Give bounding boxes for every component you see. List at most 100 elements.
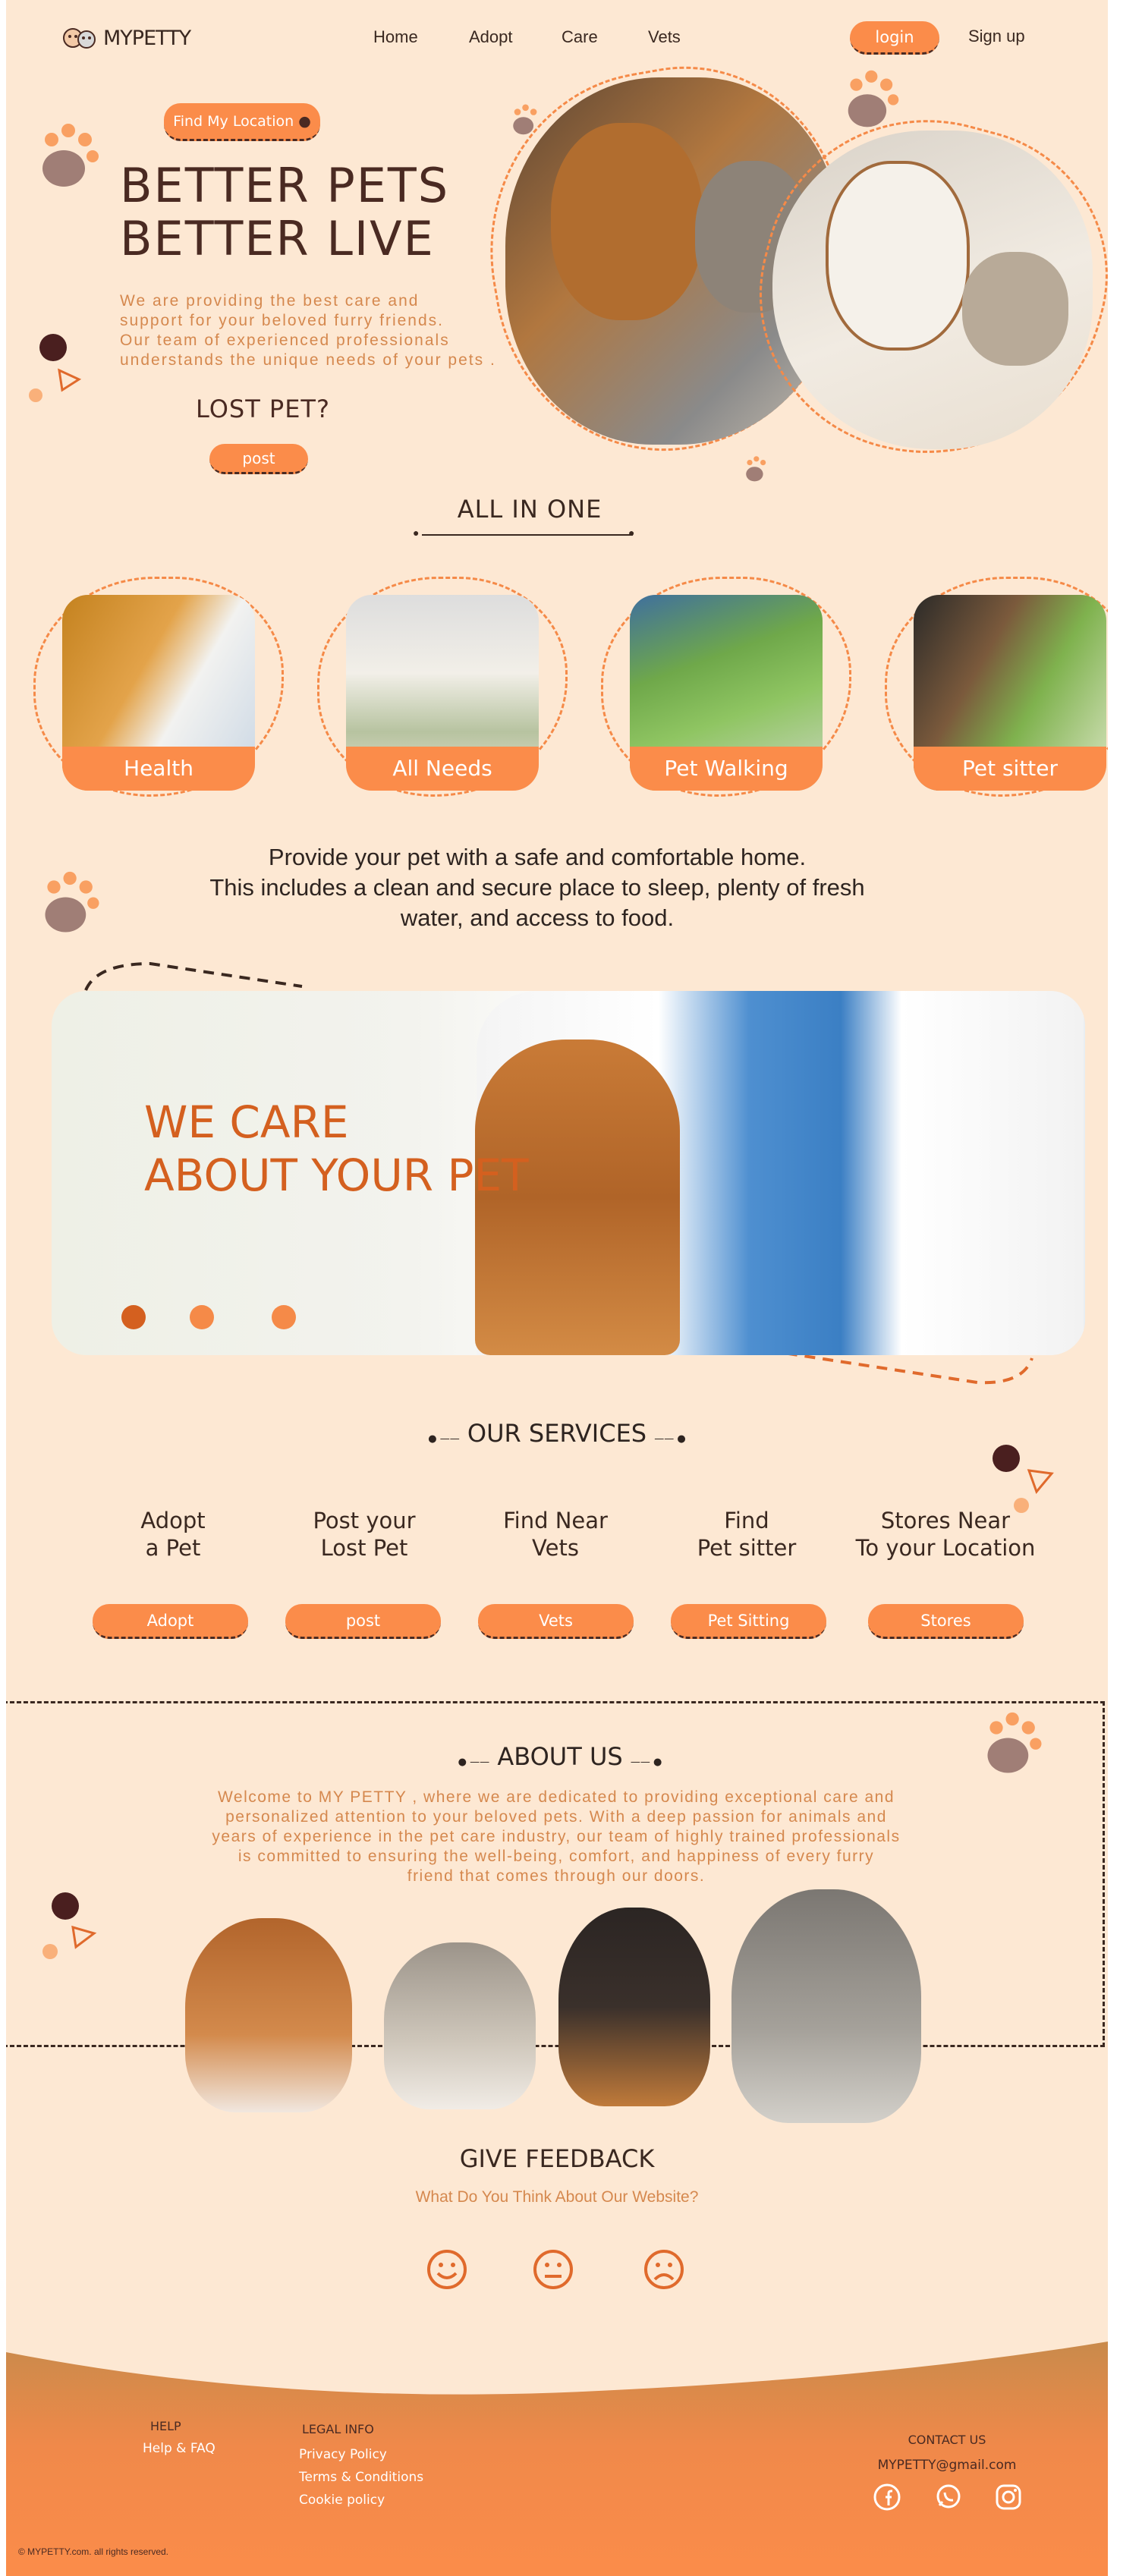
paw-icon: —— ●: [630, 1757, 662, 1768]
logo[interactable]: MYPETTY: [61, 23, 191, 53]
stores-button[interactable]: Stores: [868, 1604, 1024, 1639]
instagram-icon[interactable]: [994, 2483, 1023, 2512]
banner-title-line2: ABOUT YOUR PET: [144, 1150, 529, 1201]
banner-title-line1: WE CARE: [144, 1096, 349, 1148]
banner-title: WE CARE ABOUT YOUR PET: [144, 1096, 529, 1202]
paw-icon: ●: [628, 527, 635, 539]
about-line: friend that comes through our doors.: [407, 1867, 706, 1885]
brand-name: MYPETTY: [103, 26, 191, 50]
about-heading-text: ABOUT US: [497, 1742, 623, 1771]
contact-email[interactable]: MYPETTY@gmail.com: [871, 2458, 1023, 2473]
home-text-line: This includes a clean and secure place t…: [209, 874, 865, 901]
nav-care[interactable]: Care: [562, 27, 598, 47]
hero-desc-line: We are providing the best care and: [120, 292, 420, 310]
pets-peeking-image: [179, 1889, 930, 2125]
dot-decoration: [42, 1944, 58, 1959]
card-health[interactable]: Health: [62, 595, 255, 791]
footer-contact-heading: CONTACT US: [908, 2433, 986, 2447]
triangle-decoration: [71, 1925, 97, 1949]
feedback-subheading: What Do You Think About Our Website?: [415, 2188, 699, 2206]
dot-decoration: [993, 1445, 1020, 1472]
login-button[interactable]: login: [850, 21, 939, 55]
card-label: Pet sitter: [914, 747, 1106, 791]
card-label: Health: [62, 747, 255, 791]
post-button[interactable]: post: [209, 444, 308, 474]
hero-title: BETTER PETS BETTER LIVE: [120, 159, 449, 266]
pet-sitting-button[interactable]: Pet Sitting: [671, 1604, 826, 1639]
carousel-dot[interactable]: [190, 1305, 214, 1329]
dot-decoration: [39, 334, 67, 361]
post-lost-pet-button[interactable]: post: [285, 1604, 441, 1639]
card-label: All Needs: [346, 747, 539, 791]
about-line: Welcome to MY PETTY , where we are dedic…: [217, 1788, 895, 1806]
adopt-button[interactable]: Adopt: [93, 1604, 248, 1639]
about-heading: ● —— ABOUT US —— ●: [431, 1742, 689, 1771]
card-pet-sitter[interactable]: Pet sitter: [914, 595, 1106, 791]
carousel-dot[interactable]: [121, 1305, 146, 1329]
triangle-decoration: [1027, 1469, 1054, 1494]
cookie-policy-link[interactable]: Cookie policy: [299, 2493, 423, 2508]
hero-desc-line: understands the unique needs of your pet…: [120, 351, 496, 369]
signup-link[interactable]: Sign up: [968, 27, 1025, 46]
hero-image-puppy-kitten: [772, 131, 1093, 449]
paw-print-icon: [848, 70, 899, 127]
pet-cat-tabby: [384, 1942, 536, 2109]
home-text-line: water, and access to food.: [400, 904, 675, 931]
footer-help: HELP Help & FAQ: [143, 2419, 216, 2464]
paw-icon: ● ——: [458, 1757, 490, 1768]
footer-legal: LEGAL INFO Privacy Policy Terms & Condit…: [299, 2422, 423, 2515]
footer-legal-heading: LEGAL INFO: [302, 2422, 374, 2436]
pet-dog-brown: [185, 1918, 352, 2112]
copyright-text: © MYPETTY.com. all rights reserved.: [18, 2546, 169, 2557]
paw-icon: —— ●: [654, 1433, 686, 1445]
happy-face-icon[interactable]: [426, 2249, 467, 2290]
banner-dashed-arc: [84, 961, 303, 991]
nav-adopt[interactable]: Adopt: [469, 27, 513, 47]
footer-help-heading: HELP: [150, 2419, 181, 2433]
privacy-policy-link[interactable]: Privacy Policy: [299, 2447, 423, 2462]
paw-print-icon: [746, 456, 766, 482]
card-label: Pet Walking: [630, 747, 823, 791]
service-title: Adopt a Pet: [140, 1508, 206, 1561]
hero-title-line1: BETTER PETS: [120, 158, 450, 213]
facebook-icon[interactable]: [873, 2483, 901, 2512]
footer-contact: CONTACT US MYPETTY@gmail.com: [871, 2433, 1023, 2473]
service-title: Find Pet sitter: [697, 1508, 797, 1561]
lost-pet-title: LOST PET?: [196, 395, 330, 423]
hero-title-line2: BETTER LIVE: [120, 211, 435, 266]
page: MYPETTY Home Adopt Care Vets login Sign …: [6, 0, 1108, 2576]
feedback-heading: GIVE FEEDBACK: [459, 2144, 655, 2173]
about-description: Welcome to MY PETTY , where we are dedic…: [127, 1788, 985, 1886]
all-in-one-heading: ALL IN ONE: [457, 495, 602, 524]
vets-button[interactable]: Vets: [478, 1604, 634, 1639]
service-title: Find Near Vets: [503, 1508, 608, 1561]
nav-vets[interactable]: Vets: [648, 27, 681, 47]
paw-print-icon: [42, 124, 99, 187]
services-heading-text: OUR SERVICES: [467, 1419, 647, 1448]
location-pin-icon: ●: [298, 113, 311, 130]
care-banner: WE CARE ABOUT YOUR PET: [52, 991, 1085, 1355]
home-text-line: Provide your pet with a safe and comfort…: [268, 844, 807, 870]
find-location-button[interactable]: Find My Location ●: [164, 103, 320, 141]
paw-print-icon: [987, 1712, 1042, 1773]
hero-desc-line: Our team of experienced professionals: [120, 332, 450, 349]
about-line: is committed to ensuring the well-being,…: [238, 1848, 875, 1865]
carousel-dot[interactable]: [272, 1305, 296, 1329]
paw-icon: ●: [413, 527, 420, 539]
paw-print-icon: [45, 871, 99, 933]
terms-link[interactable]: Terms & Conditions: [299, 2470, 423, 2485]
help-faq-link[interactable]: Help & FAQ: [143, 2441, 216, 2456]
pet-cat-grey: [731, 1889, 921, 2123]
card-pet-walking[interactable]: Pet Walking: [630, 595, 823, 791]
logo-icon: [63, 28, 96, 49]
main-nav: Home Adopt Care Vets: [373, 27, 707, 50]
neutral-face-icon[interactable]: [533, 2249, 574, 2290]
whatsapp-icon[interactable]: [933, 2483, 962, 2512]
about-line: years of experience in the pet care indu…: [212, 1828, 901, 1845]
paw-print-icon: [513, 104, 537, 135]
card-all-needs[interactable]: All Needs: [346, 595, 539, 791]
sad-face-icon[interactable]: [643, 2249, 684, 2290]
nav-home[interactable]: Home: [373, 27, 418, 47]
hero-description: We are providing the best care and suppo…: [120, 291, 496, 370]
service-title: Post your Lost Pet: [313, 1508, 416, 1561]
